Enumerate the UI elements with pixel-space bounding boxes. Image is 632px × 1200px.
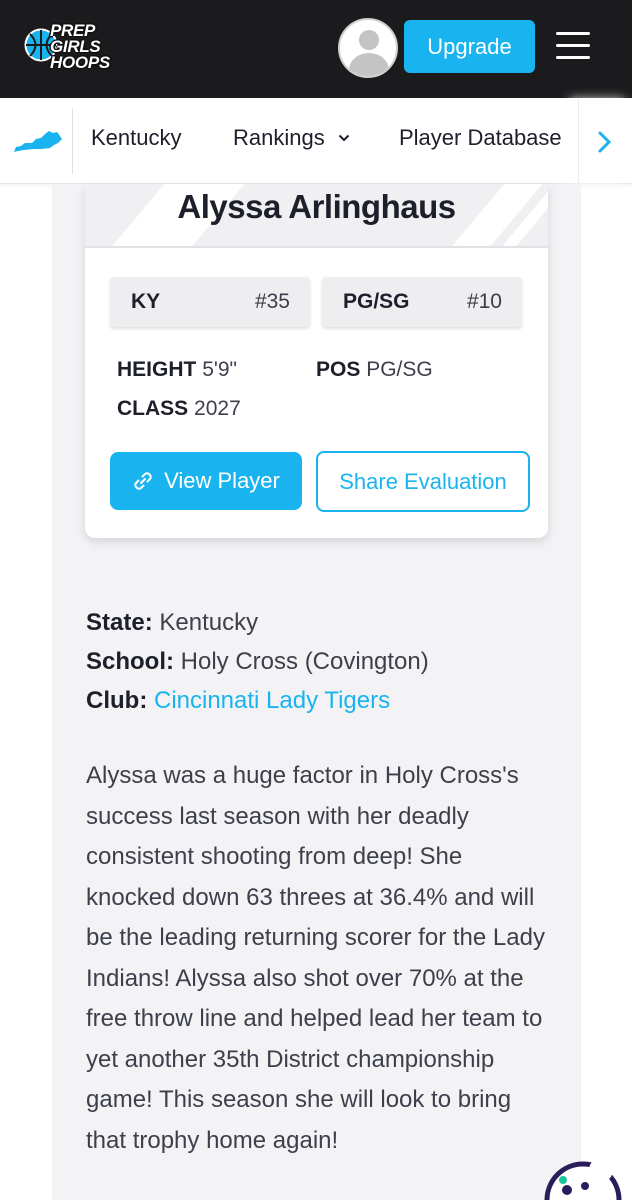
- state-info: State: Kentucky: [86, 609, 258, 637]
- player-name: Alyssa Arlinghaus: [177, 188, 456, 225]
- state-info-value: Kentucky: [159, 609, 259, 636]
- position-rank-label: PG/SG: [343, 290, 410, 313]
- view-player-button[interactable]: View Player: [110, 452, 302, 510]
- nav-player-database[interactable]: Player Database: [399, 125, 562, 151]
- nav-kentucky[interactable]: Kentucky: [91, 125, 182, 151]
- cookie-icon[interactable]: [541, 1158, 631, 1200]
- club-info: Club: Cincinnati Lady Tigers: [86, 687, 390, 715]
- club-link[interactable]: Cincinnati Lady Tigers: [154, 687, 390, 714]
- class-value: 2027: [194, 397, 241, 420]
- school-info-value: Holy Cross (Covington): [180, 648, 429, 675]
- class-label: CLASS: [117, 397, 189, 420]
- position-rank-value: #10: [466, 290, 502, 313]
- height-stat: HEIGHT 5'9": [117, 358, 237, 382]
- height-value: 5'9": [202, 358, 238, 381]
- upgrade-button[interactable]: Upgrade: [404, 20, 535, 73]
- hamburger-menu-icon[interactable]: [556, 32, 590, 60]
- class-stat: CLASS 2027: [117, 397, 241, 421]
- site-logo[interactable]: PREP GIRLS HOOPS: [24, 20, 124, 76]
- top-header: PREP GIRLS HOOPS Upgrade: [0, 0, 632, 98]
- share-evaluation-button[interactable]: Share Evaluation: [316, 451, 530, 512]
- state-rank-label: KY: [131, 290, 161, 313]
- avatar-body: [349, 53, 389, 76]
- subnav-divider: [72, 108, 73, 174]
- chevron-down-icon: [338, 134, 350, 142]
- pos-value: PG/SG: [366, 358, 433, 381]
- logo-line-3: HOOPS: [50, 53, 110, 72]
- user-avatar[interactable]: [338, 18, 398, 78]
- link-icon: [134, 472, 152, 490]
- state-info-label: State:: [86, 609, 153, 636]
- state-rank-value: #35: [254, 290, 290, 313]
- club-info-label: Club:: [86, 687, 148, 714]
- chevron-right-icon[interactable]: [597, 130, 613, 154]
- state-rank-badge[interactable]: KY #35: [110, 277, 310, 327]
- kentucky-state-icon[interactable]: [12, 128, 64, 154]
- school-info-label: School:: [86, 648, 174, 675]
- pos-label: POS: [316, 358, 361, 381]
- nav-rankings[interactable]: Rankings: [233, 125, 350, 151]
- logo-wordmark: PREP GIRLS HOOPS: [50, 22, 110, 72]
- position-rank-badge[interactable]: PG/SG #10: [322, 277, 522, 327]
- view-player-label: View Player: [164, 468, 280, 493]
- player-card-header: Alyssa Arlinghaus: [85, 184, 548, 248]
- height-label: HEIGHT: [117, 358, 197, 381]
- player-evaluation-text: Alyssa was a huge factor in Holy Cross's…: [86, 762, 545, 1154]
- nav-rankings-label: Rankings: [233, 125, 325, 150]
- school-info: School: Holy Cross (Covington): [86, 648, 429, 676]
- player-card: Alyssa Arlinghaus KY #35 PG/SG #10 HEIGH…: [85, 184, 548, 538]
- position-stat: POS PG/SG: [316, 358, 433, 382]
- avatar-head: [359, 30, 379, 50]
